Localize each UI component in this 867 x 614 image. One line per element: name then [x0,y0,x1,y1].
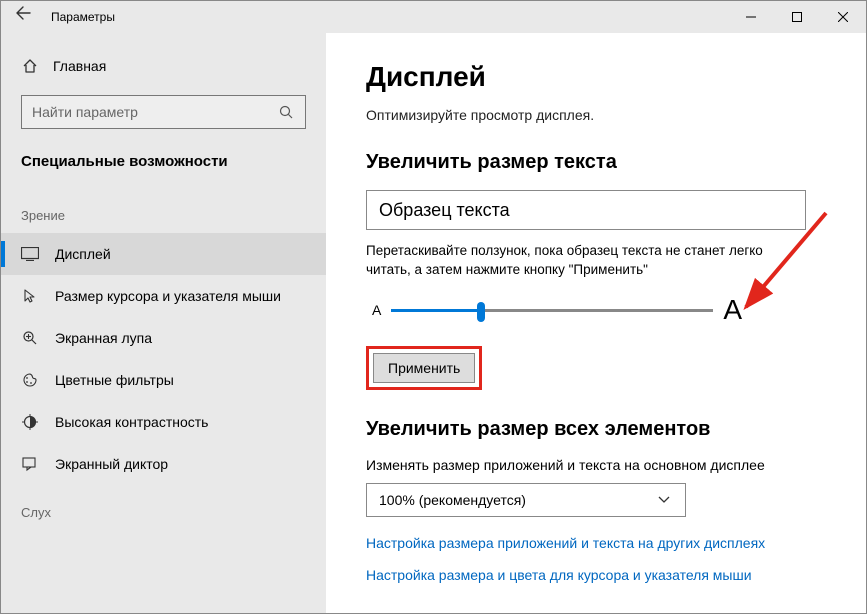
chevron-down-icon [655,491,673,509]
window-title: Параметры [45,10,728,24]
nav-item-magnifier[interactable]: Экранная лупа [1,317,326,359]
palette-icon [21,371,39,389]
search-input[interactable]: Найти параметр [21,95,306,129]
nav-label: Цветные фильтры [55,372,174,388]
contrast-icon [21,413,39,431]
nav-item-cursor[interactable]: Размер курсора и указателя мыши [1,275,326,317]
search-placeholder: Найти параметр [32,104,138,120]
nav-label: Высокая контрастность [55,414,208,430]
link-cursor-settings[interactable]: Настройка размера и цвета для курсора и … [366,567,826,583]
category-title: Специальные возможности [1,147,326,188]
slider-hint: Перетаскивайте ползунок, пока образец те… [366,242,806,280]
maximize-icon [792,12,802,22]
sample-text-box: Образец текста [366,190,806,230]
nav-item-narrator[interactable]: Экранный диктор [1,443,326,485]
magnifier-icon [21,329,39,347]
section-scale-title: Увеличить размер всех элементов [366,418,826,441]
slider-track-fill [391,309,481,312]
nav-item-color-filters[interactable]: Цветные фильтры [1,359,326,401]
nav-label: Дисплей [55,246,111,262]
page-title: Дисплей [366,61,826,93]
slider-thumb[interactable] [477,302,485,322]
sample-text: Образец текста [379,200,510,221]
titlebar: Параметры [1,1,866,33]
cursor-icon [21,287,39,305]
page-subtitle: Оптимизируйте просмотр дисплея. [366,107,826,123]
minimize-button[interactable] [728,1,774,33]
window-controls [728,1,866,33]
nav-label: Экранный диктор [55,456,168,472]
main-content: Дисплей Оптимизируйте просмотр дисплея. … [326,33,866,613]
minimize-icon [746,12,756,22]
slider-track-rest [481,309,713,312]
text-size-slider-row: A A [372,294,742,326]
back-arrow-icon [15,5,31,21]
sidebar: Главная Найти параметр Специальные возмо… [1,33,326,613]
section-text-size-title: Увеличить размер текста [366,151,826,174]
home-icon [21,57,39,75]
nav-item-high-contrast[interactable]: Высокая контрастность [1,401,326,443]
maximize-button[interactable] [774,1,820,33]
home-label: Главная [53,58,106,74]
close-button[interactable] [820,1,866,33]
text-size-slider[interactable] [391,300,713,320]
close-icon [838,12,848,22]
slider-min-label: A [372,302,381,318]
link-other-displays[interactable]: Настройка размера приложений и текста на… [366,535,826,551]
apply-button[interactable]: Применить [373,353,475,383]
nav-label: Экранная лупа [55,330,152,346]
group-label-hearing: Слух [1,485,326,530]
home-link[interactable]: Главная [1,51,326,81]
back-button[interactable] [1,1,45,33]
slider-max-label: A [723,294,742,326]
nav-item-display[interactable]: Дисплей [1,233,326,275]
narrator-icon [21,455,39,473]
display-icon [21,245,39,263]
scale-dropdown[interactable]: 100% (рекомендуется) [366,483,686,517]
scale-description: Изменять размер приложений и текста на о… [366,457,826,473]
search-icon [277,103,295,121]
nav-label: Размер курсора и указателя мыши [55,288,281,304]
apply-highlight: Применить [366,346,482,390]
scale-value: 100% (рекомендуется) [379,492,526,508]
group-label-vision: Зрение [1,188,326,233]
